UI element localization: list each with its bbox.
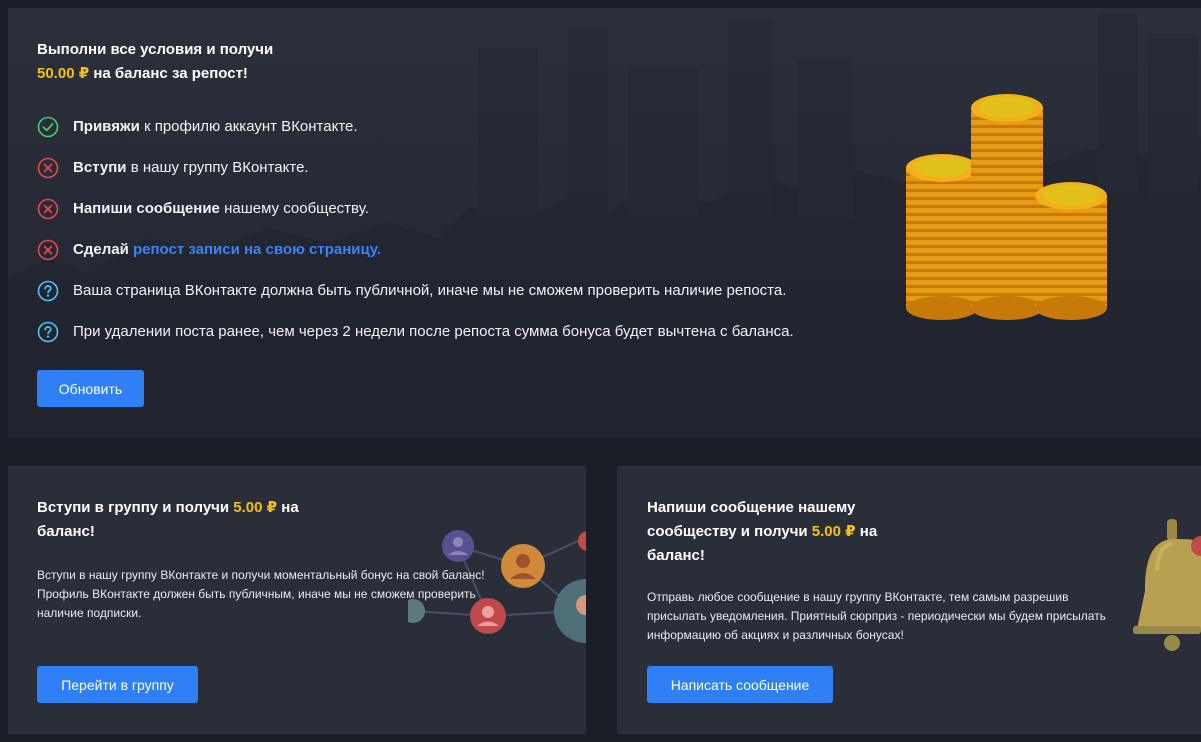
join-group-description: Вступи в нашу группу ВКонтакте и получи … bbox=[37, 566, 485, 623]
bonus-amount: 5.00 ₽ bbox=[811, 523, 856, 540]
condition-rest: нашему сообществу. bbox=[219, 200, 369, 217]
cross-circle-icon bbox=[37, 157, 59, 179]
title-line-1: Вступи в группу и получи 5.00 ₽ на bbox=[37, 496, 299, 520]
title-suffix: на bbox=[277, 499, 299, 516]
go-to-group-button[interactable]: Перейти в группу bbox=[37, 666, 198, 703]
title-line-1: Выполни все условия и получи bbox=[37, 41, 274, 58]
condition-bold: Вступи bbox=[73, 159, 127, 176]
condition-text: Привяжи к профилю аккаунт ВКонтакте. bbox=[73, 115, 358, 139]
write-message-button[interactable]: Написать сообщение bbox=[647, 666, 833, 703]
bonus-amount: 5.00 ₽ bbox=[233, 499, 278, 516]
condition-bold: Привяжи bbox=[73, 118, 140, 135]
desc-line: Отправь любое сообщение в нашу группу ВК… bbox=[647, 590, 1069, 604]
join-group-card: Вступи в группу и получи 5.00 ₽ на балан… bbox=[8, 466, 586, 734]
condition-send-message: Напиши сообщение нашему сообществу. bbox=[37, 197, 794, 238]
condition-link-vk: Привяжи к профилю аккаунт ВКонтакте. bbox=[37, 115, 794, 156]
condition-bold: Напиши сообщение bbox=[73, 200, 220, 217]
desc-line: Профиль ВКонтакте должен быть публичным,… bbox=[37, 587, 476, 601]
join-group-title: Вступи в группу и получи 5.00 ₽ на балан… bbox=[37, 496, 299, 544]
cross-circle-icon bbox=[37, 239, 59, 261]
conditions-list: Привяжи к профилю аккаунт ВКонтакте. Вст… bbox=[37, 115, 794, 361]
repost-link[interactable]: репост записи на свою страницу. bbox=[133, 241, 381, 258]
info-text: Ваша страница ВКонтакте должна быть публ… bbox=[73, 282, 787, 299]
info-public-page: Ваша страница ВКонтакте должна быть публ… bbox=[37, 279, 794, 320]
question-circle-icon bbox=[37, 280, 59, 302]
title-suffix: на bbox=[855, 523, 878, 540]
desc-line: наличие подписки. bbox=[37, 606, 142, 620]
desc-line: информацию об акциях и различных бонусах… bbox=[647, 628, 904, 642]
coin-stacks-illustration bbox=[906, 94, 1107, 320]
repost-bonus-card: Выполни все условия и получи 50.00 ₽ на … bbox=[8, 8, 1201, 437]
bell-icon bbox=[1133, 519, 1201, 651]
condition-rest: к профилю аккаунт ВКонтакте. bbox=[139, 118, 358, 135]
desc-line: присылать уведомления. Приятный сюрприз … bbox=[647, 609, 1106, 623]
info-text: При удалении поста ранее, чем через 2 не… bbox=[73, 323, 794, 340]
condition-repost: Сделай репост записи на свою страницу. bbox=[37, 238, 794, 279]
cross-circle-icon bbox=[37, 198, 59, 220]
title-line-2: сообществу и получи 5.00 ₽ на bbox=[647, 520, 877, 544]
bonus-amount: 50.00 ₽ bbox=[37, 65, 90, 82]
title-line-2: 50.00 ₽ на баланс за репост! bbox=[37, 62, 273, 86]
title-line-3: баланс! bbox=[647, 547, 705, 564]
desc-line: Вступи в нашу группу ВКонтакте и получи … bbox=[37, 568, 485, 582]
check-circle-icon bbox=[37, 116, 59, 138]
condition-rest: в нашу группу ВКонтакте. bbox=[126, 159, 309, 176]
info-deletion-warning: При удалении поста ранее, чем через 2 не… bbox=[37, 320, 794, 361]
condition-text: Вступи в нашу группу ВКонтакте. bbox=[73, 156, 309, 180]
condition-bold: Сделай bbox=[73, 241, 129, 258]
question-circle-icon bbox=[37, 321, 59, 343]
condition-join-group: Вступи в нашу группу ВКонтакте. bbox=[37, 156, 794, 197]
title-line-2: баланс! bbox=[37, 523, 95, 540]
send-message-title: Напиши сообщение нашему сообществу и пол… bbox=[647, 496, 877, 568]
send-message-card: Напиши сообщение нашему сообществу и пол… bbox=[617, 466, 1201, 734]
refresh-button[interactable]: Обновить bbox=[37, 370, 144, 407]
title-line-1: Напиши сообщение нашему bbox=[647, 499, 856, 516]
condition-text: Сделай репост записи на свою страницу. bbox=[73, 238, 381, 262]
title-prefix: Вступи в группу и получи bbox=[37, 499, 234, 516]
condition-text: Напиши сообщение нашему сообществу. bbox=[73, 197, 369, 221]
send-message-description: Отправь любое сообщение в нашу группу ВК… bbox=[647, 588, 1106, 645]
title-line-2-suffix: на баланс за репост! bbox=[89, 65, 248, 82]
title-prefix: сообществу и получи bbox=[647, 523, 812, 540]
repost-bonus-title: Выполни все условия и получи 50.00 ₽ на … bbox=[37, 38, 273, 86]
